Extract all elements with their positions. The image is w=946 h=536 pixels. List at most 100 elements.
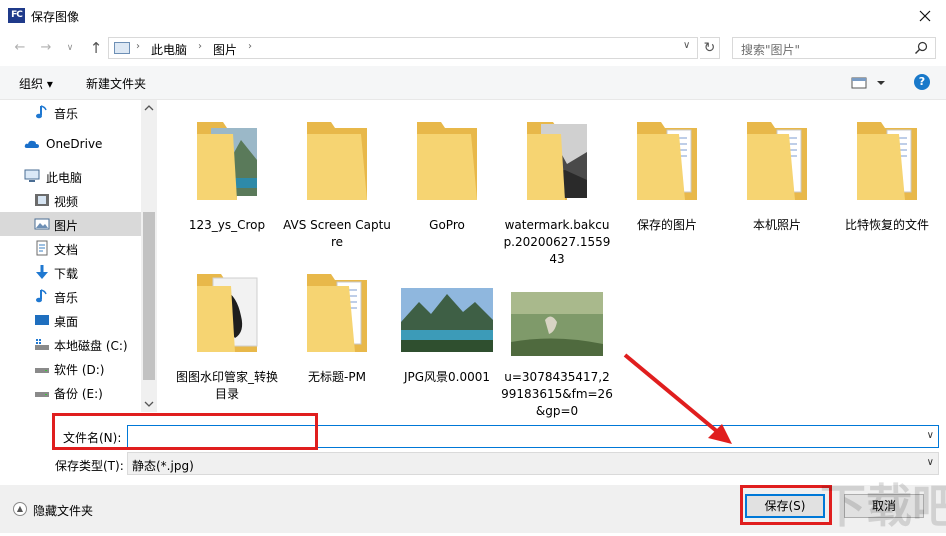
nav-label: 文档 — [54, 243, 79, 257]
filetype-select[interactable]: 静态(*.jpg) ∨ — [127, 452, 939, 475]
nav-item-drive-d[interactable]: 软件 (D:) — [0, 356, 141, 380]
nav-item-videos[interactable]: 视频 — [0, 188, 141, 212]
refresh-button[interactable]: ↻ — [700, 37, 720, 59]
nav-label: 下载 — [54, 267, 79, 281]
arrow-right-icon: → — [40, 40, 52, 55]
nav-label: 视频 — [54, 195, 79, 209]
desktop-icon — [35, 315, 49, 325]
nav-item-documents[interactable]: 文档 — [0, 236, 141, 260]
nav-item-music-top[interactable]: 音乐 — [0, 100, 141, 124]
forward-button[interactable]: → — [36, 38, 56, 58]
chevron-up-icon[interactable]: ▲ — [13, 502, 27, 516]
nav-item-drive-c[interactable]: 本地磁盘 (C:) — [0, 332, 141, 356]
computer-icon — [24, 169, 40, 182]
recent-locations-button[interactable]: ∨ — [62, 38, 78, 58]
toolbar: 组织 ▾ 新建文件夹 ? — [0, 66, 946, 100]
new-folder-button[interactable]: 新建文件夹 — [86, 75, 146, 92]
download-arrow-icon — [36, 265, 48, 279]
landscape-image-thumbnail — [401, 288, 493, 352]
view-options-button[interactable] — [850, 75, 890, 91]
folder-docs-icon — [637, 122, 697, 200]
watermark-logo: 下载吧 — [820, 479, 946, 533]
arrow-left-icon: ← — [14, 40, 26, 55]
nav-label: 音乐 — [54, 107, 79, 121]
file-label: 比特恢复的文件 — [844, 218, 929, 232]
nav-label: OneDrive — [46, 137, 103, 151]
nav-label: 图片 — [54, 219, 79, 233]
nav-item-desktop[interactable]: 桌面 — [0, 308, 141, 332]
chevron-down-icon: ∨ — [926, 457, 934, 468]
close-button[interactable] — [910, 4, 940, 28]
search-icon — [915, 41, 928, 54]
file-label: 图图水印管家_转换目录 — [175, 370, 278, 401]
highlight-box-filename — [52, 413, 318, 450]
filetype-value: 静态(*.jpg) — [132, 459, 194, 473]
breadcrumb-separator-icon: › — [198, 41, 202, 52]
nav-item-pictures[interactable]: 图片 — [0, 212, 141, 236]
file-label: GoPro — [429, 218, 465, 232]
window-title: 保存图像 — [31, 10, 80, 24]
file-label: watermark.bakcup.20200627.155943 — [503, 218, 611, 266]
title-bar: FC 保存图像 — [0, 0, 946, 32]
drive-c-icon — [35, 339, 49, 350]
address-bar[interactable]: › 此电脑 › 图片 › ∨ — [108, 37, 698, 59]
chevron-down-icon: ∨ — [66, 43, 74, 53]
annotation-arrow-icon — [623, 353, 732, 444]
nav-item-downloads[interactable]: 下载 — [0, 260, 141, 284]
file-label: AVS Screen Capture — [283, 218, 391, 249]
scroll-down-icon[interactable] — [144, 400, 154, 408]
view-icon — [851, 77, 885, 89]
breadcrumb-pictures[interactable]: 图片 — [213, 41, 237, 58]
folder-docs-icon — [857, 122, 917, 200]
hide-folders-button[interactable]: 隐藏文件夹 — [33, 502, 93, 519]
nav-label: 本地磁盘 (C:) — [54, 339, 128, 353]
organize-button[interactable]: 组织 ▾ — [19, 75, 53, 92]
drive-icon — [35, 392, 49, 397]
scrollbar-thumb[interactable] — [143, 212, 155, 380]
drive-icon — [35, 368, 49, 373]
scroll-up-icon[interactable] — [144, 104, 154, 112]
nav-label: 此电脑 — [46, 171, 83, 185]
arrow-up-icon: ↑ — [89, 39, 103, 57]
chevron-down-icon[interactable]: ∨ — [927, 430, 934, 441]
folder-earphone-icon — [197, 274, 258, 352]
video-icon — [35, 194, 49, 206]
nav-item-onedrive[interactable]: OneDrive — [0, 132, 141, 156]
cloud-icon — [24, 140, 39, 148]
music-note-icon — [36, 105, 47, 119]
filetype-label: 保存类型(T): — [55, 459, 124, 473]
nav-label: 桌面 — [54, 315, 79, 329]
up-button[interactable]: ↑ — [86, 38, 106, 58]
folder-photo-icon — [197, 122, 257, 200]
back-button[interactable]: ← — [10, 38, 30, 58]
search-input[interactable]: 搜索"图片" — [732, 37, 936, 59]
pictures-folder-icon — [114, 42, 130, 54]
nav-item-this-pc[interactable]: 此电脑 — [0, 164, 141, 188]
file-label: JPG风景0.0001 — [403, 370, 491, 384]
breadcrumb-separator-icon: › — [248, 41, 252, 52]
nav-label: 备份 (E:) — [54, 387, 103, 401]
app-icon: FC — [8, 8, 25, 23]
file-label: 无标题-PM — [308, 370, 366, 384]
nav-label: 软件 (D:) — [54, 363, 105, 377]
nav-scrollbar[interactable] — [141, 100, 157, 412]
file-label: 本机照片 — [752, 218, 801, 232]
nav-item-drive-e[interactable]: 备份 (E:) — [0, 380, 141, 404]
music-note-icon — [36, 289, 47, 303]
close-icon — [919, 10, 931, 22]
file-label: 保存的图片 — [636, 218, 697, 232]
green-image-thumbnail — [511, 292, 603, 356]
chevron-down-icon[interactable]: ∨ — [683, 40, 690, 51]
folder-bw-photo-icon — [527, 122, 587, 200]
navigation-pane: 音乐 OneDrive 此电脑 视频 图片 文档 下载 音乐 桌面 本地磁盘 (… — [0, 100, 157, 412]
folder-icon — [417, 122, 477, 200]
highlight-box-save — [740, 485, 832, 525]
search-placeholder: 搜索"图片" — [741, 43, 801, 57]
help-button[interactable]: ? — [914, 74, 930, 90]
nav-label: 音乐 — [54, 291, 79, 305]
file-label: 123_ys_Crop — [188, 218, 266, 232]
breadcrumb-this-pc[interactable]: 此电脑 — [151, 41, 187, 58]
pictures-icon — [34, 218, 50, 230]
folder-docs-icon — [747, 122, 807, 200]
nav-item-music[interactable]: 音乐 — [0, 284, 141, 308]
